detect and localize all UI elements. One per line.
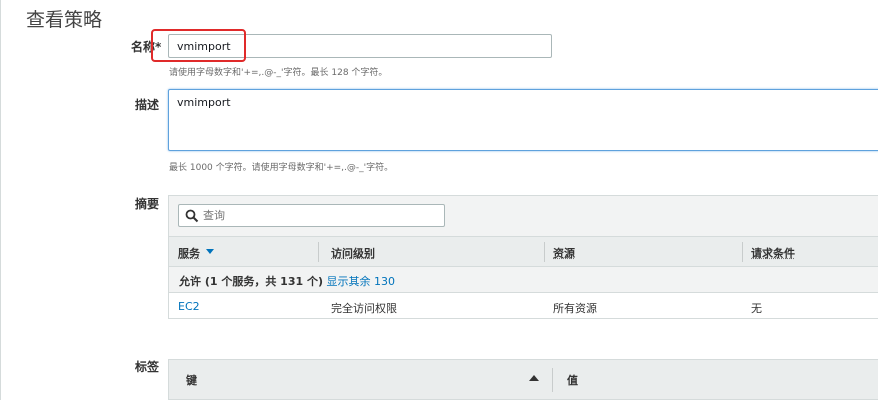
summary-toolbar	[169, 196, 878, 236]
column-divider	[742, 242, 743, 262]
column-header-value[interactable]: 值	[567, 372, 578, 388]
allow-summary-text: 允许 (1 个服务，共 131 个)	[179, 275, 323, 288]
service-link[interactable]: EC2	[178, 300, 200, 313]
group-row: 允许 (1 个服务，共 131 个) 显示其余 130	[169, 267, 878, 293]
page-title: 查看策略	[26, 9, 103, 31]
description-textarea[interactable]: vmimport	[168, 89, 878, 151]
description-help-text: 最长 1000 个字符。请使用字母数字和'+=,.@-_'字符。	[169, 163, 394, 173]
table-row: EC2 完全访问权限 所有资源 无	[169, 293, 878, 319]
left-border	[0, 0, 1, 400]
column-divider	[544, 242, 545, 262]
column-divider	[318, 242, 319, 262]
summary-table: 服务 访问级别 资源 请求条件 允许 (1 个服务，共 131 个) 显示其余 …	[168, 195, 878, 319]
description-label: 描述	[135, 98, 160, 112]
tags-label: 标签	[135, 360, 160, 374]
column-divider	[552, 368, 553, 392]
resource-cell: 所有资源	[553, 302, 597, 315]
sort-ascending-icon[interactable]	[529, 375, 539, 381]
column-header-key[interactable]: 键	[186, 372, 197, 388]
name-label: 名称*	[131, 40, 162, 54]
condition-cell: 无	[751, 302, 762, 315]
table-header: 服务 访问级别 资源 请求条件	[169, 236, 878, 267]
search-icon	[185, 209, 199, 223]
column-header-access-level[interactable]: 访问级别	[331, 245, 375, 261]
column-header-request-conditions[interactable]: 请求条件	[751, 245, 795, 261]
tags-table-header: 键 值	[168, 359, 878, 400]
sort-descending-icon[interactable]	[206, 249, 214, 254]
show-remaining-link[interactable]: 显示其余 130	[327, 275, 396, 288]
column-header-resource[interactable]: 资源	[553, 245, 575, 261]
access-level-cell: 完全访问权限	[331, 302, 397, 315]
name-help-text: 请使用字母数字和'+=,.@-_'字符。最长 128 个字符。	[169, 68, 388, 78]
column-header-service[interactable]: 服务	[178, 245, 200, 261]
search-input[interactable]	[178, 204, 445, 227]
summary-label: 摘要	[135, 197, 160, 211]
name-input[interactable]	[168, 34, 552, 58]
